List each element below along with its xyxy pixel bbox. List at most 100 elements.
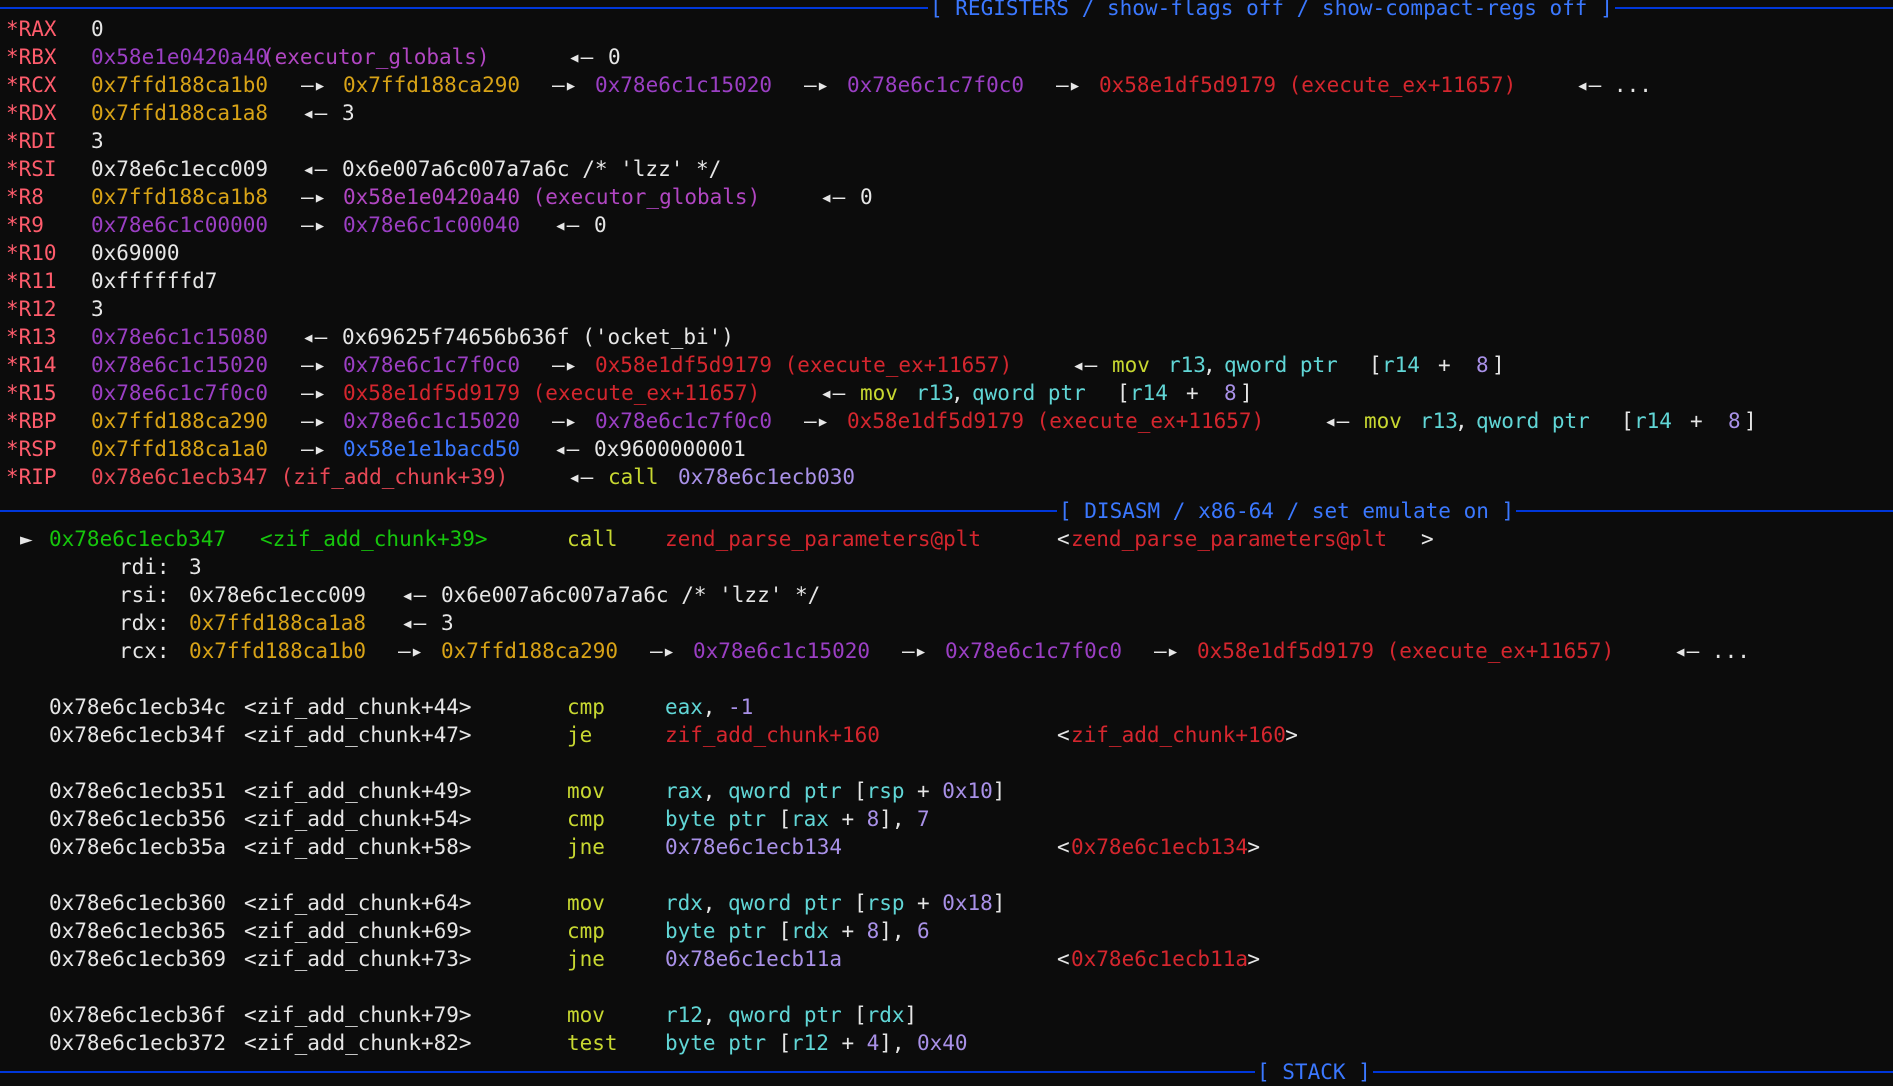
instruction-operand: [ [841, 1003, 867, 1027]
instruction-operand: 0x10 [942, 779, 993, 803]
instruction-operand: rdx [665, 891, 703, 915]
chain-address: 0x58e1e0420a40 (executor_globals) [343, 185, 761, 209]
register-value: 3 [91, 297, 104, 321]
disasm-header-rule [0, 510, 1893, 512]
call-arg-rdi: rdi: 3 [0, 553, 202, 581]
instruction-operand: qword ptr [728, 891, 842, 915]
disasm-header: [ DISASM / x86-64 / set emulate on ] [0, 497, 1893, 525]
target-bracket: < [1057, 835, 1070, 859]
register-name: *R12 [6, 297, 57, 321]
register-row-r14: *R14 0x78e6c1c15020 —▸ 0x78e6c1c7f0c0 —▸… [0, 351, 1505, 379]
register-address: 0x78e6c1c00000 [91, 213, 269, 237]
instruction-operand: , [702, 695, 729, 719]
chain-arrow: —▸ [301, 353, 327, 377]
call-arg-rcx: rcx: 0x7ffd188ca1b0 —▸ 0x7ffd188ca290 —▸… [0, 637, 1750, 665]
chain-arrow: —▸ [301, 213, 327, 237]
instruction-address: 0x78e6c1ecb360 [49, 891, 227, 915]
target-bracket: > [1421, 527, 1434, 551]
insn-punct: [ [1117, 381, 1130, 405]
instruction-symbol: <zif_add_chunk+69> [244, 919, 472, 943]
arg-deref-value: 3 [441, 611, 454, 635]
instruction-symbol: <zif_add_chunk+49> [244, 779, 472, 803]
insn-mnemonic: call [608, 465, 659, 489]
register-deref-value: 0x69625f74656b636f ('ocket_bi') [342, 325, 734, 349]
chain-arrow: —▸ [1154, 639, 1180, 663]
insn-operand: qword ptr [972, 381, 1086, 405]
arg-name: rsi: [119, 583, 170, 607]
instruction-operand: [ [765, 919, 792, 943]
register-name: *RSI [6, 157, 57, 181]
chain-arrow: —▸ [552, 73, 578, 97]
deref-arrow: ◂— [568, 465, 594, 489]
chain-arrow: —▸ [650, 639, 676, 663]
target-bracket: > [1285, 723, 1298, 747]
instruction-mnemonic: jne [567, 947, 605, 971]
instruction-operand: r12 [665, 1003, 703, 1027]
deref-arrow: ◂— [302, 325, 328, 349]
register-address: 0x7ffd188ca1a8 [91, 101, 269, 125]
disasm-current-row[interactable]: ► 0x78e6c1ecb347 <zif_add_chunk+39> call… [0, 525, 1434, 553]
target-bracket: < [1057, 947, 1070, 971]
register-row-r8: *R8 0x7ffd188ca1b8 —▸ 0x58e1e0420a40 (ex… [0, 183, 873, 211]
terminal[interactable]: [ REGISTERS / show-flags off / show-comp… [0, 0, 1893, 1086]
instruction-address: 0x78e6c1ecb34c [49, 695, 227, 719]
instruction-operand: rax [791, 807, 829, 831]
register-row-r10: *R10 0x69000 [0, 239, 180, 267]
arg-address: 0x7ffd188ca1a8 [189, 611, 367, 635]
current-instruction-marker: ► [20, 527, 33, 551]
insn-punct: , [951, 381, 964, 405]
register-row-rdx: *RDX 0x7ffd188ca1a8 ◂— 3 [0, 99, 355, 127]
register-address: 0x78e6c1ecb347 (zif_add_chunk+39) [91, 465, 509, 489]
instruction-operand: byte ptr [665, 807, 767, 831]
deref-arrow: ◂— [1324, 409, 1350, 433]
stack-header: [ STACK ] [0, 1058, 1893, 1086]
call-arg-rsi: rsi: 0x78e6c1ecc009 ◂— 0x6e007a6c007a7a6… [0, 581, 820, 609]
insn-immediate: 8 [1476, 353, 1489, 377]
chain-arrow: —▸ [552, 409, 578, 433]
instruction-symbol: <zif_add_chunk+64> [244, 891, 472, 915]
chain-address: 0x78e6c1c15020 [595, 73, 773, 97]
chain-arrow: —▸ [902, 639, 928, 663]
chain-address: 0x58e1df5d9179 (execute_ex+11657) [595, 353, 1013, 377]
register-address: 0x7ffd188ca1b8 [91, 185, 269, 209]
chain-arrow: —▸ [301, 409, 327, 433]
register-row-r12: *R12 3 [0, 295, 104, 323]
chain-address: 0x7ffd188ca1b0 [189, 639, 367, 663]
insn-punct: , [1203, 353, 1216, 377]
register-name: *R9 [6, 213, 44, 237]
chain-address: 0x7ffd188ca290 [343, 73, 521, 97]
register-row-rsp: *RSP 0x7ffd188ca1a0 —▸ 0x58e1e1bacd50 ◂—… [0, 435, 746, 463]
instruction-operand: 7 [917, 807, 930, 831]
call-arg-rdx: rdx: 0x7ffd188ca1a8 ◂— 3 [0, 609, 454, 637]
register-name: *RSP [6, 437, 57, 461]
register-name: *R11 [6, 269, 57, 293]
chain-address: 0x78e6c1c7f0c0 [945, 639, 1123, 663]
instruction-operand: zif_add_chunk+160 [665, 723, 880, 747]
instruction-operand: rsp [866, 891, 905, 915]
register-name: *RBP [6, 409, 57, 433]
instruction-symbol: <zif_add_chunk+79> [244, 1003, 472, 1027]
instruction-operand: ] [992, 779, 1006, 803]
register-name: *R13 [6, 325, 57, 349]
register-row-rsi: *RSI 0x78e6c1ecc009 ◂— 0x6e007a6c007a7a6… [0, 155, 721, 183]
instruction-operand: [ [765, 807, 792, 831]
chain-arrow: —▸ [1056, 73, 1082, 97]
register-name: *RIP [6, 465, 57, 489]
chain-address: 0x78e6c1c15020 [91, 353, 269, 377]
arg-address: 0x78e6c1ecc009 [189, 583, 367, 607]
instruction-address: 0x78e6c1ecb35a [49, 835, 227, 859]
branch-target: zend_parse_parameters@plt [1071, 527, 1388, 551]
instruction-operand: ], [879, 807, 918, 831]
deref-arrow: ◂— [401, 611, 427, 635]
instruction-operand: 6 [917, 919, 930, 943]
register-deref-value: 0 [594, 213, 607, 237]
instruction-mnemonic: test [567, 1031, 618, 1055]
instruction-operand: zend_parse_parameters@plt [665, 527, 982, 551]
target-bracket: < [1057, 723, 1070, 747]
instruction-mnemonic: je [567, 723, 593, 747]
register-row-rax: *RAX 0 [0, 15, 104, 43]
instruction-operand: ], [879, 1031, 918, 1055]
insn-operand: r13 [1168, 353, 1206, 377]
register-name: *RAX [6, 17, 57, 41]
insn-punct: ] [1240, 381, 1253, 405]
